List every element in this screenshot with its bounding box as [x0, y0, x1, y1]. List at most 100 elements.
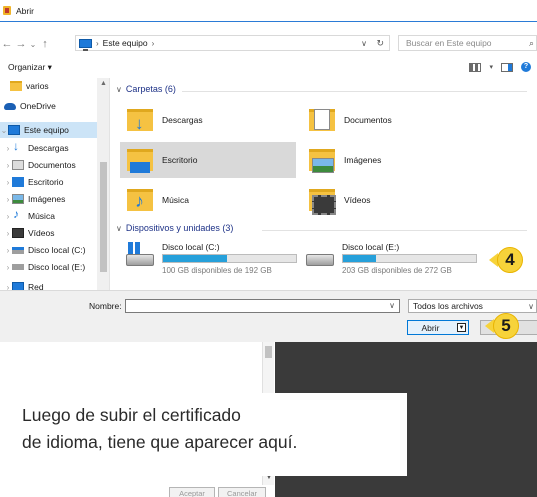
file-name-panel: Nombre: ∨ Todos los archivos ∨ Abrir ▼: [0, 290, 537, 342]
file-type-dropdown-icon[interactable]: ∨: [528, 302, 534, 311]
windows-logo-icon: [128, 242, 140, 254]
downloads-folder-icon: [127, 109, 153, 134]
folder-tile-imagenes[interactable]: Imágenes: [302, 142, 477, 178]
expand-chevron-icon[interactable]: ›: [4, 263, 12, 272]
documents-folder-icon: [309, 109, 335, 131]
documents-icon: [12, 160, 24, 170]
computer-icon: [8, 125, 20, 135]
nav-item-videos[interactable]: › Vídeos: [4, 225, 54, 241]
nav-item-imagenes[interactable]: › Imágenes: [4, 191, 65, 207]
help-icon[interactable]: ?: [521, 62, 531, 72]
nav-item-este-equipo[interactable]: ⌄ Este equipo: [0, 122, 97, 138]
expand-chevron-icon[interactable]: ›: [4, 246, 12, 255]
drive-free-space: 203 GB disponibles de 272 GB: [342, 266, 452, 275]
drives-group-label: Dispositivos y unidades (3): [125, 223, 234, 233]
background-cancel-button[interactable]: Cancelar: [218, 487, 266, 497]
expand-chevron-icon[interactable]: ›: [4, 144, 12, 153]
downloads-icon: [12, 139, 24, 153]
preview-pane-icon[interactable]: [501, 62, 513, 72]
accept-button[interactable]: Aceptar: [169, 487, 215, 497]
address-dropdown-icon[interactable]: ∨: [361, 39, 367, 48]
back-arrow-icon[interactable]: ←: [0, 38, 14, 50]
expand-chevron-icon[interactable]: ›: [4, 212, 12, 221]
step-callout-4: 4: [497, 247, 523, 273]
nav-item-escritorio[interactable]: › Escritorio: [4, 174, 63, 190]
expand-chevron-icon[interactable]: ›: [4, 195, 12, 204]
organize-button[interactable]: Organizar ▾: [8, 62, 52, 73]
breadcrumb-separator-icon: ›: [96, 38, 99, 48]
nav-item-label: Vídeos: [28, 228, 55, 238]
pictures-icon: [12, 194, 24, 204]
nav-item-label: varios: [26, 81, 49, 91]
breadcrumb-este-equipo[interactable]: Este equipo: [103, 38, 148, 48]
up-arrow-icon[interactable]: ↑: [38, 38, 52, 50]
folder-tile-escritorio[interactable]: Escritorio: [120, 142, 296, 178]
search-icon[interactable]: ⌕: [529, 38, 534, 49]
nav-item-red[interactable]: › Red: [4, 279, 44, 290]
note-line-2: de idioma, tiene que aparecer aquí.: [22, 432, 298, 452]
folder-icon: [10, 81, 22, 91]
folders-group-header[interactable]: ∨ Carpetas (6): [116, 84, 176, 94]
nav-item-onedrive[interactable]: OneDrive: [0, 98, 97, 114]
folder-tile-videos[interactable]: Vídeos: [302, 182, 477, 218]
note-line-1: Luego de subir el certificado: [22, 405, 241, 425]
folder-label: Vídeos: [344, 195, 371, 205]
folder-tile-documentos[interactable]: Documentos: [302, 102, 477, 138]
expand-chevron-icon[interactable]: ›: [4, 283, 12, 291]
refresh-icon[interactable]: ↻: [376, 38, 384, 49]
expand-chevron-icon[interactable]: ›: [4, 178, 12, 187]
drive-icon: [12, 246, 24, 254]
hard-drive-icon: [126, 254, 154, 266]
step-callout-5: 5: [493, 313, 519, 339]
address-bar[interactable]: › Este equipo › ∨ ↻: [75, 35, 390, 51]
expand-chevron-icon[interactable]: ›: [4, 161, 12, 170]
drive-tile-e[interactable]: Disco local (E:) 203 GB disponibles de 2…: [302, 242, 482, 282]
music-folder-icon: [127, 189, 153, 212]
nav-item-label: Red: [28, 282, 44, 290]
nav-item-varios[interactable]: varios: [0, 78, 97, 94]
app-icon: [3, 6, 11, 15]
nav-item-descargas[interactable]: › Descargas: [4, 139, 69, 156]
music-icon: [12, 207, 24, 221]
navigation-scrollbar[interactable]: ▲: [97, 78, 109, 290]
title-bar: Abrir: [0, 0, 537, 22]
drive-usage-fill: [343, 255, 377, 262]
address-row: ← → ⌄ ↑ › Este equipo › ∨ ↻ Buscar en Es…: [0, 34, 537, 54]
nav-item-documentos[interactable]: › Documentos: [4, 157, 76, 173]
pictures-folder-icon: [309, 149, 335, 173]
onedrive-icon: [4, 102, 16, 110]
collapse-chevron-icon[interactable]: ∨: [116, 85, 122, 94]
drive-tile-c[interactable]: Disco local (C:) 100 GB disponibles de 1…: [122, 242, 302, 282]
recent-dropdown-icon[interactable]: ⌄: [28, 40, 38, 49]
open-options-dropdown-icon[interactable]: ▼: [457, 323, 466, 332]
folder-tile-descargas[interactable]: Descargas: [120, 102, 295, 138]
expand-chevron-icon[interactable]: ⌄: [0, 126, 8, 135]
file-type-select[interactable]: Todos los archivos ∨: [408, 299, 537, 313]
breadcrumb-separator-icon: ›: [151, 38, 155, 48]
window-title: Abrir: [16, 5, 34, 16]
collapse-chevron-icon[interactable]: ∨: [116, 224, 122, 233]
file-name-dropdown-icon[interactable]: ∨: [389, 301, 395, 310]
change-view-icon[interactable]: [469, 62, 482, 72]
folder-tile-musica[interactable]: Música: [120, 182, 295, 218]
scroll-up-icon[interactable]: ▲: [100, 80, 107, 87]
nav-item-disco-e[interactable]: › Disco local (E:): [4, 259, 86, 275]
folder-label: Música: [162, 195, 189, 205]
nav-item-label: Este equipo: [24, 125, 69, 135]
nav-item-label: Música: [28, 211, 55, 221]
file-name-input[interactable]: ∨: [125, 299, 400, 313]
nav-item-musica[interactable]: › Música: [4, 207, 55, 224]
expand-chevron-icon[interactable]: ›: [4, 229, 12, 238]
drive-usage-bar: [342, 254, 477, 263]
scrollbar-thumb[interactable]: [100, 162, 107, 272]
forward-arrow-icon[interactable]: →: [14, 38, 28, 50]
open-button[interactable]: Abrir ▼: [407, 320, 469, 335]
view-dropdown-icon[interactable]: ▾: [489, 63, 493, 71]
drive-label: Disco local (E:): [342, 242, 400, 252]
drive-usage-bar: [162, 254, 297, 263]
drives-group-header[interactable]: ∨ Dispositivos y unidades (3): [116, 223, 233, 233]
scrollbar-thumb[interactable]: [265, 346, 272, 358]
search-input[interactable]: Buscar en Este equipo ⌕: [398, 35, 537, 51]
instruction-note: Luego de subir el certificado de idioma,…: [7, 393, 407, 476]
nav-item-disco-c[interactable]: › Disco local (C:): [4, 242, 86, 258]
